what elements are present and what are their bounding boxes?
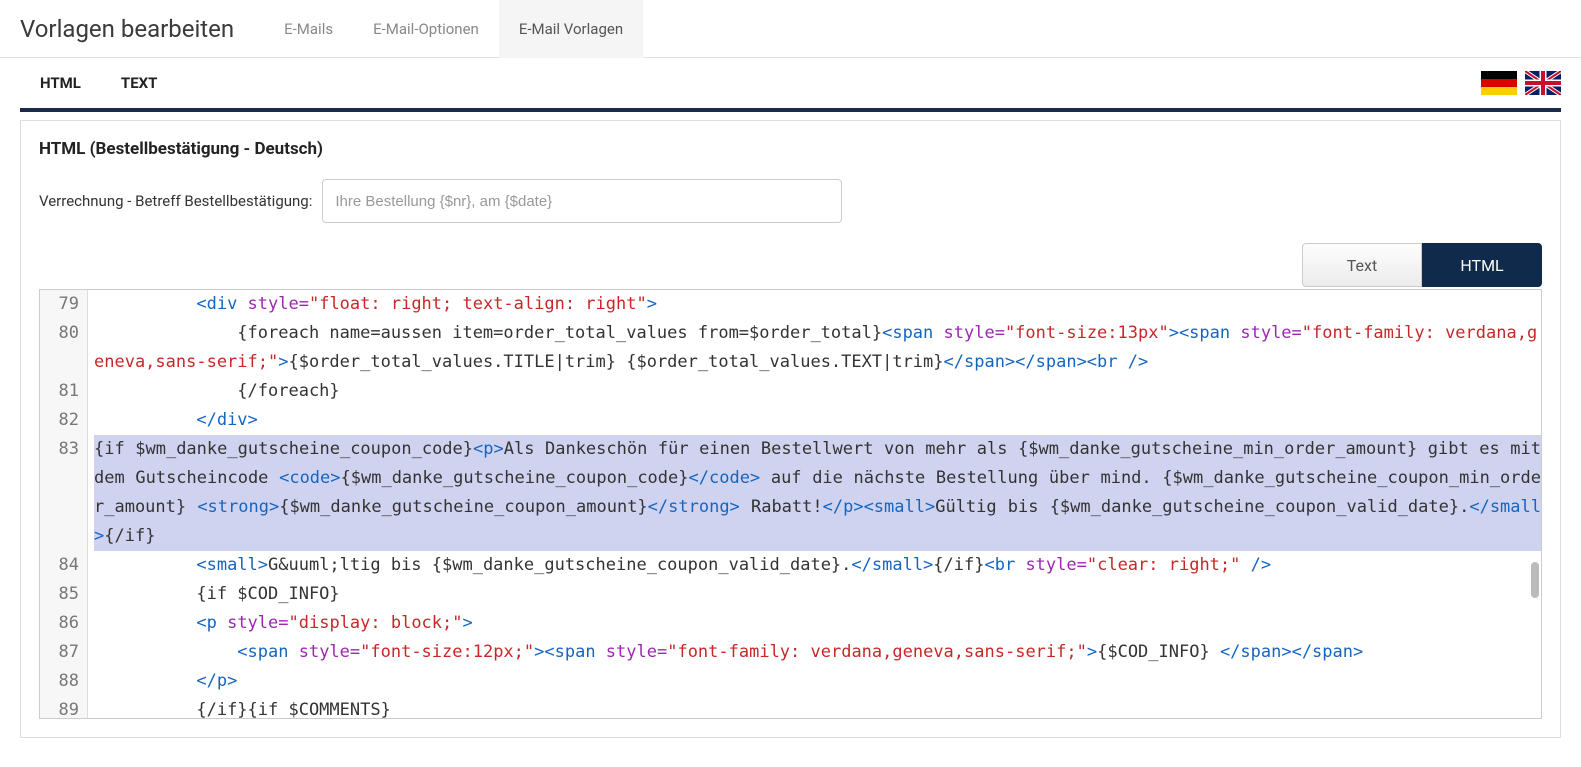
subtab-html[interactable]: HTML xyxy=(20,58,101,108)
language-flags xyxy=(1481,71,1561,95)
editor-mode-tabs: Text HTML xyxy=(39,243,1542,287)
code-editor[interactable]: 79 80 81 82 83 84 85 86 87 88 89 <div st… xyxy=(39,289,1542,719)
scrollbar-thumb[interactable] xyxy=(1531,562,1539,598)
flag-uk-icon[interactable] xyxy=(1525,71,1561,95)
line-gutter: 79 80 81 82 83 84 85 86 87 88 89 xyxy=(40,290,88,718)
flag-german-icon[interactable] xyxy=(1481,71,1517,95)
top-navigation: Vorlagen bearbeiten E-Mails E-Mail-Optio… xyxy=(0,0,1581,58)
subject-label: Verrechnung - Betreff Bestellbestätigung… xyxy=(39,192,312,210)
subject-field-row: Verrechnung - Betreff Bestellbestätigung… xyxy=(39,179,1542,223)
nav-email-templates[interactable]: E-Mail Vorlagen xyxy=(499,0,643,58)
code-content[interactable]: <div style="float: right; text-align: ri… xyxy=(88,290,1541,718)
editor-tab-html[interactable]: HTML xyxy=(1422,243,1542,287)
editor-tab-text[interactable]: Text xyxy=(1302,243,1422,287)
page-title: Vorlagen bearbeiten xyxy=(20,15,234,43)
nav-email-options[interactable]: E-Mail-Optionen xyxy=(353,0,499,58)
panel-title: HTML (Bestellbestätigung - Deutsch) xyxy=(39,139,1542,159)
sub-tabs: HTML TEXT xyxy=(0,58,1581,108)
subject-input[interactable] xyxy=(322,179,842,223)
subtab-text[interactable]: TEXT xyxy=(101,58,178,108)
nav-emails[interactable]: E-Mails xyxy=(264,0,353,58)
divider xyxy=(20,108,1561,112)
editor-panel: HTML (Bestellbestätigung - Deutsch) Verr… xyxy=(20,120,1561,738)
